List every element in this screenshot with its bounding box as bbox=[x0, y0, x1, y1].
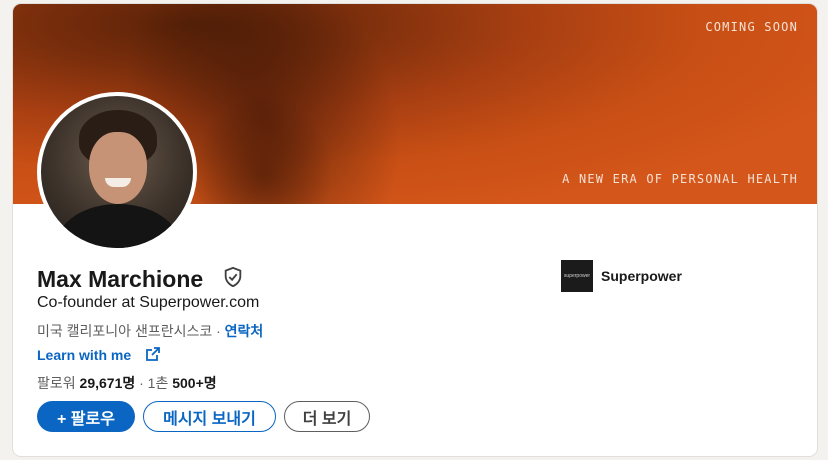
avatar-body bbox=[57, 204, 179, 248]
message-button[interactable]: 메시지 보내기 bbox=[143, 401, 276, 432]
profile-name: Max Marchione bbox=[37, 266, 204, 292]
location-text: 미국 캘리포니아 샌프란시스코 bbox=[37, 323, 213, 339]
company-name[interactable]: Superpower bbox=[601, 268, 682, 284]
more-button[interactable]: 더 보기 bbox=[284, 401, 370, 432]
avatar[interactable] bbox=[37, 92, 197, 252]
follow-button[interactable]: + 팔로우 bbox=[37, 401, 135, 432]
banner-tagline: A NEW ERA OF PERSONAL HEALTH bbox=[562, 172, 798, 186]
banner-coming-soon: COMING SOON bbox=[705, 20, 798, 34]
followers-label: 팔로워 bbox=[37, 375, 76, 391]
company-logo[interactable]: superpower bbox=[561, 260, 593, 292]
profile-headline: Co-founder at Superpower.com bbox=[37, 294, 260, 311]
external-link-icon[interactable] bbox=[145, 346, 161, 362]
banner-shadow-secondary bbox=[193, 94, 333, 204]
contact-info-link[interactable]: 연락처 bbox=[225, 323, 264, 339]
learn-with-me-link[interactable]: Learn with me bbox=[37, 347, 131, 363]
avatar-face bbox=[89, 132, 147, 204]
profile-stats: 팔로워 29,671명 · 1촌 500+명 bbox=[37, 373, 217, 393]
profile-location: 미국 캘리포니아 샌프란시스코 · 연락처 bbox=[37, 321, 263, 341]
verified-shield-icon[interactable] bbox=[222, 266, 244, 288]
profile-card: COMING SOON A NEW ERA OF PERSONAL HEALTH… bbox=[13, 4, 817, 456]
location-separator: · bbox=[212, 323, 225, 339]
connections-count[interactable]: 500+명 bbox=[172, 375, 216, 391]
followers-count[interactable]: 29,671명 bbox=[80, 375, 136, 391]
connections-prefix: · 1촌 bbox=[135, 375, 173, 391]
